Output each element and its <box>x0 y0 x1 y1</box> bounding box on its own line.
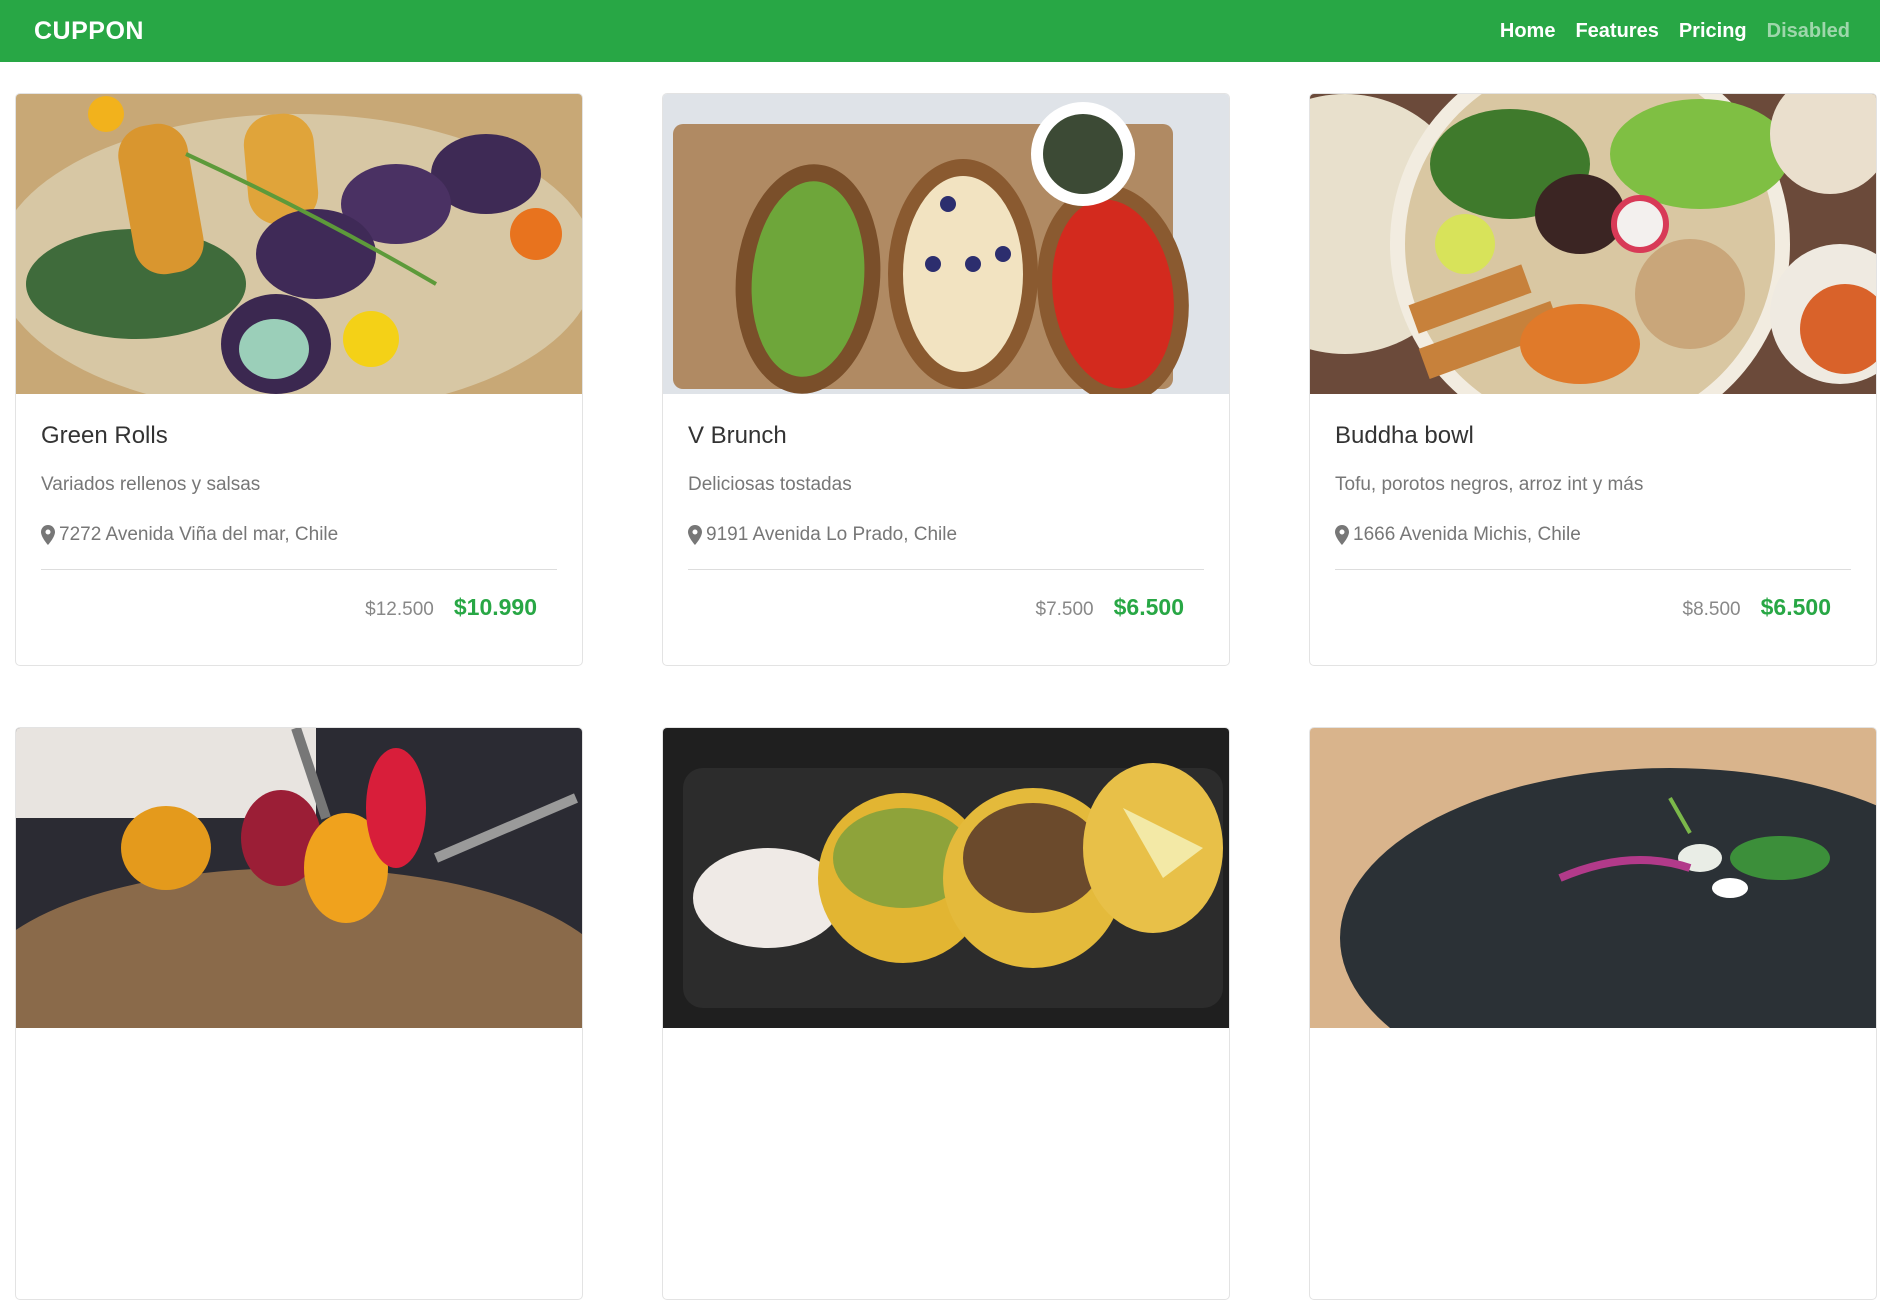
deal-image[interactable] <box>663 94 1229 394</box>
deal-description: Variados rellenos y salsas <box>41 474 261 495</box>
old-price: $7.500 <box>1035 599 1094 620</box>
divider <box>1335 569 1851 570</box>
divider <box>688 569 1204 570</box>
deal-location: 1666 Avenida Michis, Chile <box>1335 524 1851 546</box>
sushi-rolls-image <box>16 94 582 394</box>
nav-links: Home Features Pricing Disabled <box>1500 20 1850 43</box>
deal-location: 7272 Avenida Viña del mar, Chile <box>41 524 557 546</box>
deal-title: Green Rolls <box>41 422 168 449</box>
tacos-image <box>663 728 1229 1028</box>
new-price: $6.500 <box>1760 594 1831 620</box>
deal-title: V Brunch <box>688 422 787 449</box>
deal-image[interactable] <box>1310 728 1876 1028</box>
brand-logo[interactable]: CUPPON <box>34 17 144 46</box>
toast-brunch-image <box>663 94 1229 394</box>
deal-image[interactable] <box>16 728 582 1028</box>
divider <box>41 569 557 570</box>
deal-image[interactable] <box>16 94 582 394</box>
deal-card[interactable]: V Brunch Deliciosas tostadas 9191 Avenid… <box>662 93 1230 666</box>
new-price: $6.500 <box>1113 594 1184 620</box>
deal-card[interactable]: Green Rolls Variados rellenos y salsas 7… <box>15 93 583 666</box>
plated-dish-image <box>1310 728 1876 1028</box>
deal-card[interactable] <box>662 727 1230 1300</box>
deal-image[interactable] <box>1310 94 1876 394</box>
deal-address: 7272 Avenida Viña del mar, Chile <box>59 524 339 545</box>
deal-address: 9191 Avenida Lo Prado, Chile <box>706 524 958 545</box>
deal-card[interactable] <box>1309 727 1877 1300</box>
nav-link-disabled: Disabled <box>1766 19 1850 42</box>
deal-prices: $8.500 $6.500 <box>1335 594 1851 621</box>
deal-prices: $12.500 $10.990 <box>41 594 557 621</box>
map-marker-icon <box>688 525 702 545</box>
map-marker-icon <box>1335 525 1349 545</box>
nav-link-pricing[interactable]: Pricing <box>1679 20 1747 43</box>
deal-description: Deliciosas tostadas <box>688 474 852 495</box>
deal-image[interactable] <box>663 728 1229 1028</box>
buddha-bowl-image <box>1310 94 1876 394</box>
deal-prices: $7.500 $6.500 <box>688 594 1204 621</box>
nav-link-home[interactable]: Home <box>1500 20 1556 43</box>
map-marker-icon <box>41 525 55 545</box>
navbar: CUPPON Home Features Pricing Disabled <box>0 0 1880 62</box>
old-price: $8.500 <box>1682 599 1741 620</box>
old-price: $12.500 <box>365 599 434 620</box>
deal-card[interactable]: Buddha bowl Tofu, porotos negros, arroz … <box>1309 93 1877 666</box>
deal-address: 1666 Avenida Michis, Chile <box>1353 524 1581 545</box>
new-price: $10.990 <box>453 594 537 620</box>
deal-description: Tofu, porotos negros, arroz int y más <box>1335 474 1644 495</box>
deal-title: Buddha bowl <box>1335 422 1474 449</box>
roasted-vegetables-image <box>16 728 582 1028</box>
nav-link-features[interactable]: Features <box>1575 20 1658 43</box>
deal-location: 9191 Avenida Lo Prado, Chile <box>688 524 1204 546</box>
deal-card[interactable] <box>15 727 583 1300</box>
